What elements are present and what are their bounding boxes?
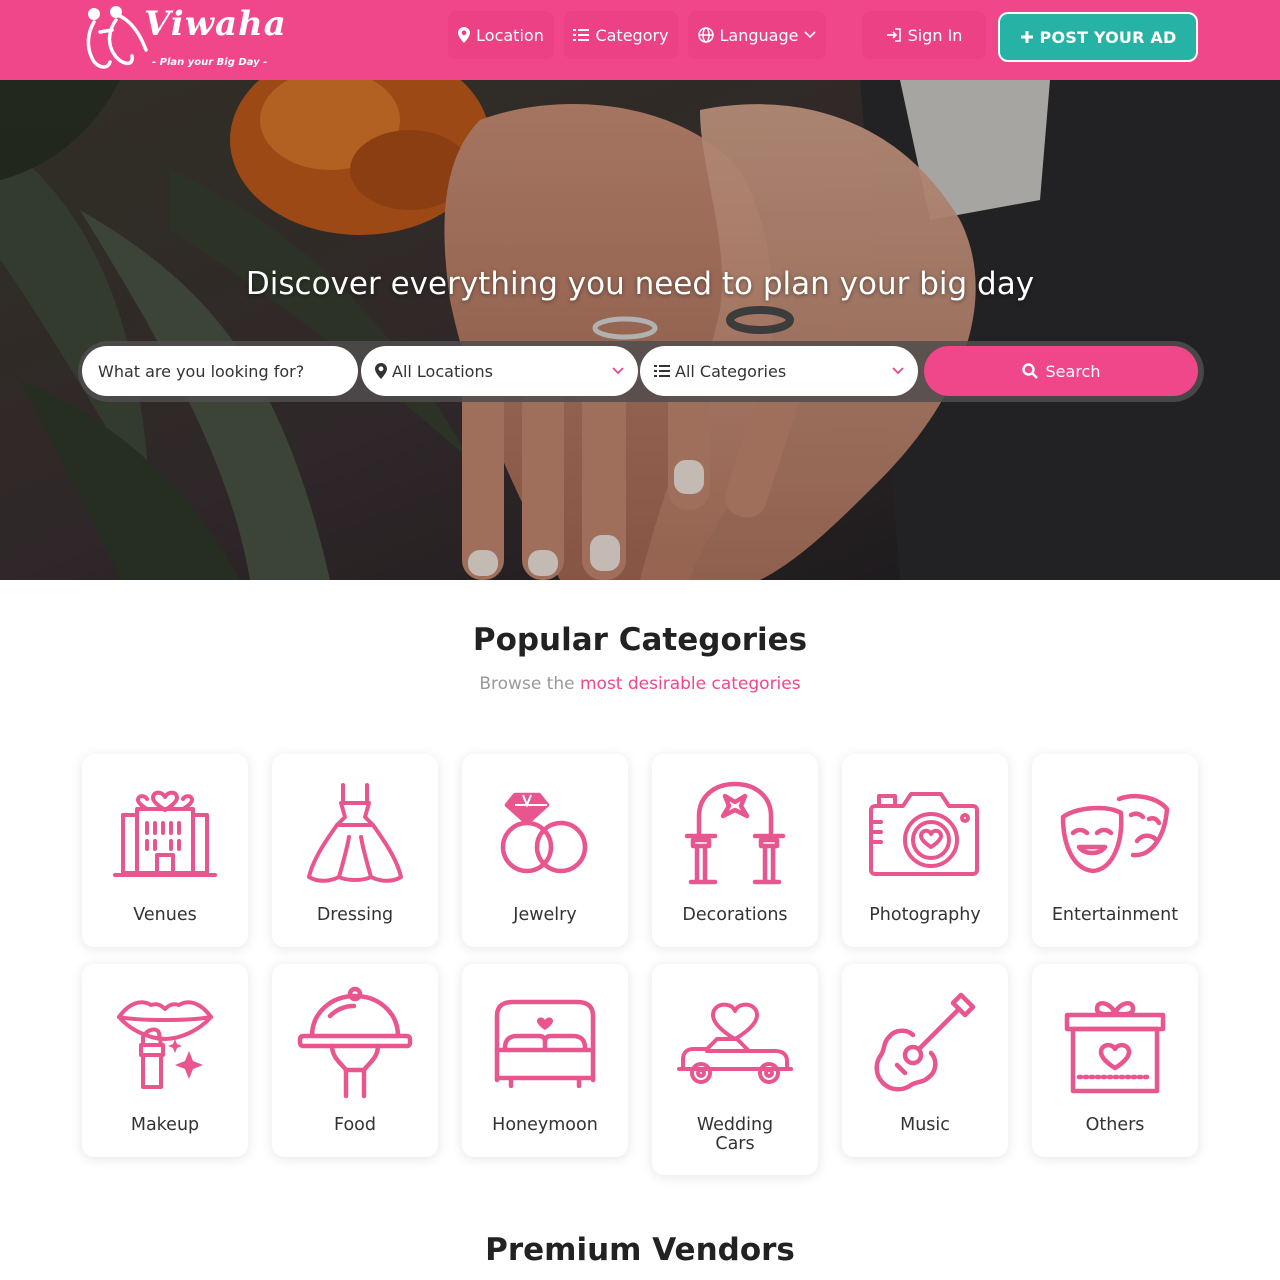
masks-icon <box>1060 794 1170 874</box>
map-marker-icon <box>375 363 387 379</box>
categories-title: Popular Categories <box>472 622 808 658</box>
categories-subtitle: Browse the most desirable categories <box>0 674 1280 694</box>
dress-icon <box>307 783 403 883</box>
rings-icon <box>500 792 588 874</box>
nav-signin[interactable]: Sign In <box>862 11 986 59</box>
couple-logo-icon <box>86 6 148 69</box>
category-label: Food <box>334 1115 376 1135</box>
nav-signin-label: Sign In <box>907 25 963 45</box>
category-card-venues[interactable]: Venues <box>82 754 248 947</box>
search-icon <box>1021 363 1038 379</box>
nav-location[interactable]: Location <box>448 11 554 59</box>
category-label: Jewelry <box>513 905 577 925</box>
bed-icon-wrap <box>485 988 605 1098</box>
nav-language-dropdown[interactable]: Language <box>688 11 826 59</box>
location-select-value-wrap: All Locations <box>375 362 612 381</box>
post-ad-button[interactable]: POST YOUR AD <box>998 12 1198 62</box>
category-label: Decorations <box>682 905 788 925</box>
search-button-label: Search <box>1045 361 1101 381</box>
list-icon <box>654 365 670 377</box>
guitar-icon-wrap <box>865 988 985 1098</box>
category-label: Venues <box>133 905 197 925</box>
car-icon <box>677 1002 793 1084</box>
category-card-decorations[interactable]: Decorations <box>652 754 818 947</box>
nav-language-label: Language <box>719 25 799 45</box>
search-input[interactable] <box>82 346 358 396</box>
location-select-value: All Locations <box>392 361 493 381</box>
nav-location-label: Location <box>476 25 544 45</box>
chevron-down-icon <box>612 367 624 375</box>
category-card-others[interactable]: Others <box>1032 964 1198 1157</box>
gift-icon-wrap <box>1055 988 1175 1098</box>
category-label: Wedding Cars <box>696 1115 774 1154</box>
rings-icon-wrap <box>485 778 605 888</box>
cloche-icon <box>297 986 413 1099</box>
lipstick-icon-wrap <box>105 988 225 1098</box>
category-label: Dressing <box>316 905 394 925</box>
nav-category-label: Category <box>595 25 669 45</box>
category-card-entertainment[interactable]: Entertainment <box>1032 754 1198 947</box>
location-select[interactable]: All Locations <box>361 346 638 396</box>
guitar-icon <box>874 992 976 1092</box>
dress-icon-wrap <box>295 778 415 888</box>
hero-title: Discover everything you need to plan you… <box>245 266 1035 302</box>
list-icon <box>573 29 590 41</box>
category-card-jewelry[interactable]: Jewelry <box>462 754 628 947</box>
category-label: Honeymoon <box>492 1115 598 1135</box>
brand-name: Viwaha <box>144 4 287 44</box>
venue-icon <box>113 790 217 877</box>
hero-background-image <box>0 80 1280 580</box>
bed-icon <box>494 999 596 1088</box>
post-ad-label: POST YOUR AD <box>1039 27 1177 47</box>
category-label: Photography <box>869 905 981 925</box>
category-card-photography[interactable]: Photography <box>842 754 1008 947</box>
chevron-down-icon <box>804 31 817 39</box>
category-card-music[interactable]: Music <box>842 964 1008 1157</box>
masks-icon-wrap <box>1055 778 1175 888</box>
camera-icon <box>869 792 979 876</box>
category-card-wedding-cars[interactable]: Wedding Cars <box>652 964 818 1175</box>
sign-in-icon <box>886 28 901 42</box>
top-navbar: Viwaha - Plan your Big Day - Location Ca… <box>0 0 1280 80</box>
brand-tagline: - Plan your Big Day - <box>152 57 268 68</box>
category-card-honeymoon[interactable]: Honeymoon <box>462 964 628 1157</box>
globe-icon <box>697 27 714 43</box>
category-label: Makeup <box>130 1115 200 1135</box>
category-select-value: All Categories <box>675 361 787 381</box>
cloche-icon-wrap <box>295 986 415 1099</box>
categories-subtitle-plain: Browse the <box>479 674 580 694</box>
plus-icon <box>1020 31 1033 43</box>
search-button[interactable]: Search <box>924 346 1198 396</box>
premium-vendors-title: Premium Vendors <box>485 1232 795 1268</box>
category-select[interactable]: All Categories <box>640 346 918 396</box>
arch-icon <box>684 781 786 885</box>
map-marker-icon <box>458 27 471 43</box>
search-bar: All Locations All Categories Search <box>78 341 1204 402</box>
categories-subtitle-accent: most desirable categories <box>579 674 801 694</box>
car-icon-wrap <box>675 988 795 1098</box>
arch-icon-wrap <box>675 778 795 888</box>
venue-icon-wrap <box>105 778 225 888</box>
category-label: Others <box>1085 1115 1145 1135</box>
lipstick-icon <box>117 1000 213 1089</box>
hero-banner: Discover everything you need to plan you… <box>0 80 1280 580</box>
nav-category[interactable]: Category <box>564 11 678 59</box>
brand-logo[interactable]: Viwaha - Plan your Big Day - <box>80 2 286 76</box>
category-label: Music <box>900 1115 950 1135</box>
camera-icon-wrap <box>865 778 985 888</box>
category-card-food[interactable]: Food <box>272 964 438 1157</box>
gift-icon <box>1064 1000 1166 1094</box>
category-card-makeup[interactable]: Makeup <box>82 964 248 1157</box>
category-label: Entertainment <box>1051 905 1179 925</box>
category-select-value-wrap: All Categories <box>654 362 892 381</box>
category-card-dressing[interactable]: Dressing <box>272 754 438 947</box>
chevron-down-icon <box>892 367 904 375</box>
